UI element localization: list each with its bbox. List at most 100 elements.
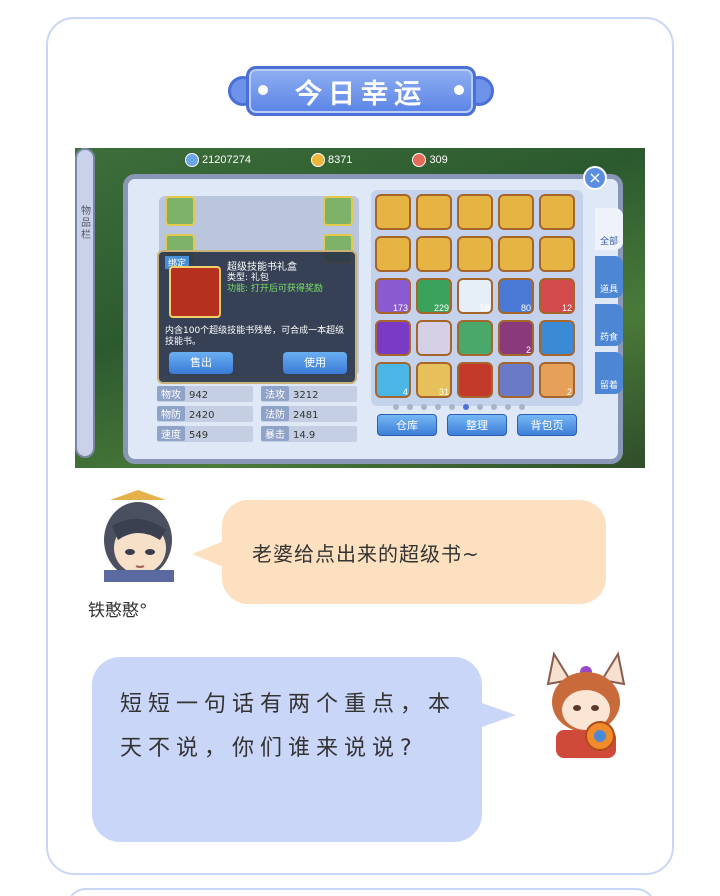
stat-key: 法攻	[261, 386, 289, 401]
page-dot[interactable]	[477, 404, 483, 410]
next-card	[66, 888, 656, 896]
item-count: 2	[525, 345, 531, 355]
stat-key: 法防	[261, 406, 289, 421]
item-cell[interactable]	[539, 320, 575, 356]
item-cell[interactable]: 31	[416, 362, 452, 398]
stat-key: 暴击	[261, 426, 289, 441]
avatar-tiehanhan	[90, 490, 186, 582]
page-dot[interactable]	[505, 404, 511, 410]
item-tooltip: 绑定 超级技能书礼盒 类型: 礼包 功能: 打开后可获得奖励 内含100个超级技…	[157, 250, 357, 384]
stat-row: 暴击 14.9	[261, 426, 357, 442]
stat-row: 速度 549	[157, 426, 253, 442]
bubble-text: 老婆给点出来的超级书~	[252, 542, 480, 566]
page-dot[interactable]	[519, 404, 525, 410]
stat-value: 2481	[293, 410, 319, 421]
item-cell[interactable]: 12	[539, 278, 575, 314]
equip-slot[interactable]	[165, 196, 195, 226]
item-cell[interactable]: 80	[498, 278, 534, 314]
avatar-fox-girl	[540, 650, 632, 760]
item-cell[interactable]	[539, 236, 575, 272]
stat-key: 速度	[157, 426, 185, 441]
item-cell[interactable]	[416, 236, 452, 272]
item-cell[interactable]	[498, 194, 534, 230]
silver-coin-icon	[185, 153, 199, 167]
item-count: 58	[479, 303, 490, 313]
sell-button[interactable]: 售出	[169, 352, 233, 374]
game-screenshot: 21207274 8371 309 物品栏 绑定 超级技能书礼盒 类型: 礼包 …	[75, 148, 645, 468]
item-grid: 173 229 58 80 12 2 4 31 2	[371, 190, 583, 406]
item-cell[interactable]	[498, 362, 534, 398]
item-cell[interactable]: 229	[416, 278, 452, 314]
item-cell[interactable]	[457, 194, 493, 230]
stat-value: 14.9	[293, 430, 316, 441]
page-dot[interactable]	[407, 404, 413, 410]
sort-button[interactable]: 整理	[447, 414, 507, 436]
bubble-text: 短短一句话有两个重点，本天不说，你们谁来说说?	[120, 692, 457, 761]
side-tab-label: 物品栏	[81, 206, 91, 241]
item-cell[interactable]: 173	[375, 278, 411, 314]
item-cell[interactable]: 2	[498, 320, 534, 356]
gift-box-icon	[169, 266, 221, 318]
item-count: 80	[520, 303, 531, 313]
currency-bar: 21207274 8371 309	[185, 150, 448, 170]
page-dot[interactable]	[421, 404, 427, 410]
page-dot-active[interactable]	[463, 404, 469, 410]
item-cell[interactable]	[457, 362, 493, 398]
item-cell[interactable]	[416, 320, 452, 356]
warehouse-button[interactable]: 仓库	[377, 414, 437, 436]
stat-value: 942	[189, 390, 209, 401]
item-cell[interactable]	[457, 236, 493, 272]
currency-gold: 8371	[310, 150, 353, 170]
page-dot[interactable]	[393, 404, 399, 410]
close-icon[interactable]: ×	[583, 166, 607, 190]
currency-gem: 309	[412, 150, 448, 170]
currency-value: 8371	[327, 154, 353, 166]
gold-coin-icon	[310, 153, 325, 167]
stat-row: 法防 2481	[261, 406, 357, 422]
item-count: 4	[402, 387, 408, 397]
item-count: 12	[561, 303, 572, 313]
stat-value: 2420	[189, 410, 215, 421]
item-count: 173	[392, 303, 408, 313]
item-cell[interactable]	[539, 194, 575, 230]
stat-row: 法攻 3212	[261, 386, 357, 402]
tab-medicine[interactable]: 药食	[595, 304, 623, 346]
stat-key: 物防	[157, 406, 185, 421]
gem-icon	[412, 153, 427, 167]
item-cell[interactable]	[416, 194, 452, 230]
currency-value: 309	[429, 154, 448, 166]
page-dot[interactable]	[449, 404, 455, 410]
item-cell[interactable]	[375, 194, 411, 230]
stat-row: 物攻 942	[157, 386, 253, 402]
item-cell[interactable]: 2	[539, 362, 575, 398]
stat-value: 549	[189, 430, 209, 441]
item-count: 2	[566, 387, 572, 397]
item-cell[interactable]	[375, 236, 411, 272]
page-dot[interactable]	[491, 404, 497, 410]
item-cell[interactable]	[375, 320, 411, 356]
stat-value: 3212	[293, 390, 319, 401]
item-count: 31	[438, 387, 449, 397]
item-cell[interactable]	[457, 320, 493, 356]
item-function: 功能: 打开后可获得奖励	[227, 284, 323, 294]
use-button[interactable]: 使用	[283, 352, 347, 374]
tab-items[interactable]: 道具	[595, 256, 623, 298]
stat-row: 物防 2420	[157, 406, 253, 422]
title-banner: 今日幸运	[228, 62, 494, 120]
username: 铁憨憨°	[88, 601, 148, 621]
inventory-side-tab[interactable]: 物品栏	[75, 148, 95, 458]
currency-value: 21207274	[202, 154, 251, 166]
item-description: 内含100个超级技能书残卷，可合成一本超级技能书。	[165, 326, 345, 347]
item-cell[interactable]: 58	[457, 278, 493, 314]
tab-keep[interactable]: 留着	[595, 352, 623, 394]
page-dot[interactable]	[435, 404, 441, 410]
item-cell[interactable]: 4	[375, 362, 411, 398]
equip-slot[interactable]	[323, 196, 353, 226]
banner-title: 今日幸运	[295, 79, 427, 110]
currency-silver: 21207274	[185, 150, 251, 170]
item-cell[interactable]	[498, 236, 534, 272]
bag-page-button[interactable]: 背包页	[517, 414, 577, 436]
grid-pager	[393, 404, 525, 410]
tab-all[interactable]: 全部	[595, 208, 623, 250]
stat-key: 物攻	[157, 386, 185, 401]
